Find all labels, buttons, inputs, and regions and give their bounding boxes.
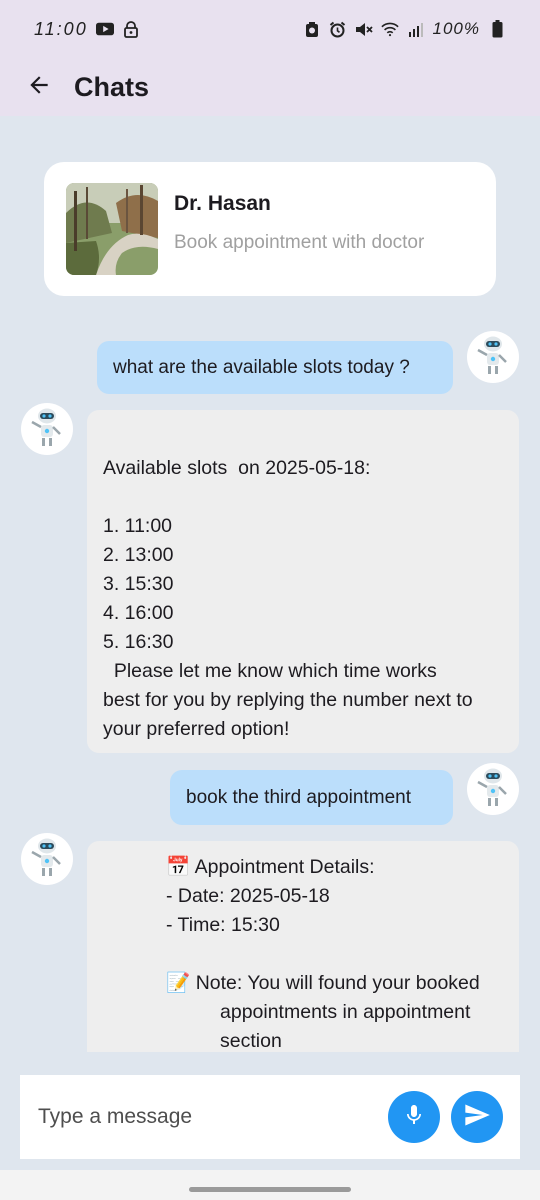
robot-icon [474,766,512,813]
message-composer [20,1075,520,1159]
doctor-photo [66,183,158,275]
camera-notification-icon [303,20,321,38]
message-line [103,483,503,512]
back-button[interactable] [22,70,56,104]
message-line: 📅 Appointment Details: [166,856,375,878]
message-line: appointments in appointment [220,1001,471,1023]
doctor-card[interactable]: Dr. Hasan Book appointment with doctor [44,162,496,296]
arrow-left-icon [26,72,52,103]
message-line: 📝 Note: You will found your booked [166,972,480,994]
avatar [21,403,73,455]
youtube-icon [95,20,114,38]
lock-icon [122,20,140,38]
message-line: Available slots on 2025-05-18: [103,457,371,479]
send-button[interactable] [451,1091,503,1143]
message-line: your preferred option! [103,718,290,740]
avatar [467,763,519,815]
message-line: - Date: 2025-05-18 [166,885,330,907]
home-indicator[interactable] [189,1187,351,1192]
alarm-icon [329,20,347,38]
app-bar: Chats [0,58,540,116]
user-message-bubble: book the third appointment [170,770,453,825]
avatar [467,331,519,383]
doctor-name: Dr. Hasan [174,192,271,215]
status-bar: 11:00 100% [0,0,540,58]
mic-button[interactable] [388,1091,440,1143]
page-title: Chats [74,71,150,102]
message-line: 2. 13:00 [103,544,174,566]
user-message-bubble: what are the available slots today ? [97,341,453,394]
microphone-icon [402,1103,426,1132]
doctor-subtitle: Book appointment with doctor [174,232,425,253]
robot-icon [474,334,512,381]
message-line: 4. 16:00 [103,602,174,624]
message-line: 5. 16:30 [103,631,174,653]
signal-icon [407,20,425,38]
send-icon [463,1101,491,1134]
message-line: section [220,1030,282,1052]
robot-icon [28,406,66,453]
robot-icon [28,836,66,883]
message-line: 3. 15:30 [103,573,174,595]
avatar [21,833,73,885]
message-input[interactable] [38,1105,378,1129]
status-time: 11:00 [34,18,88,39]
message-line: best for you by replying the number next… [103,689,473,711]
message-line [103,425,503,454]
message-line: - Time: 15:30 [166,914,280,936]
message-text: book the third appointment [186,786,411,808]
message-line [166,940,503,969]
chat-list[interactable]: what are the available slots today ? Ava… [0,320,540,1052]
navigation-bar [0,1170,540,1200]
message-text: what are the available slots today ? [113,356,410,378]
message-line: 1. 11:00 [103,515,173,537]
message-line: Please let me know which time works [103,660,437,682]
battery-percent: 100% [432,19,480,38]
wifi-icon [380,20,399,38]
bot-message-bubble: 📅 Appointment Details: - Date: 2025-05-1… [87,841,519,1052]
bot-message-bubble: Available slots on 2025-05-18: 1. 11:00 … [87,410,519,753]
battery-icon [488,20,506,38]
mute-icon [355,20,373,38]
